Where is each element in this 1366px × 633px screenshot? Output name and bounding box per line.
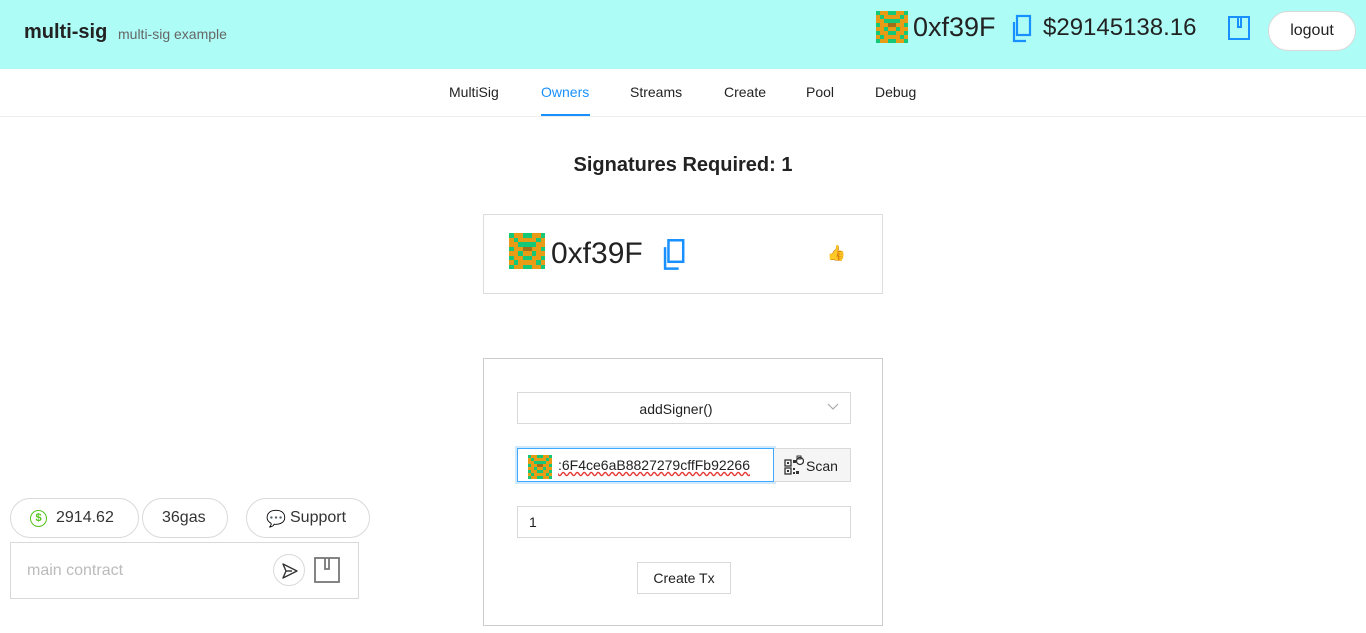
thumbs-up-icon: 👍 [827, 245, 846, 262]
speech-bubble-icon: 💬 [266, 511, 286, 528]
blockie-cell [549, 470, 552, 473]
create-tx-form: addSigner() :6F4ce6aB8827279cffFb92266 S… [483, 358, 883, 626]
blockie-cell [531, 473, 534, 476]
app-header: multi-sig multi-sig example 0xf39F $2914… [0, 0, 1366, 69]
blockie-cell [904, 39, 908, 43]
blockie-cell [536, 237, 541, 242]
blockie-cell [896, 19, 900, 23]
wallet-icon[interactable] [1227, 15, 1251, 46]
blockie-cell [531, 251, 536, 256]
blockie-cell [892, 31, 896, 35]
blockie-cell [546, 458, 549, 461]
tab-multisig[interactable]: MultiSig [449, 84, 499, 100]
owner-list-item: 0xf39F 👍 [483, 214, 883, 294]
blockie-cell [540, 255, 545, 260]
blockie-cell [540, 233, 545, 238]
tab-pool[interactable]: Pool [806, 84, 834, 100]
blockie-cell [543, 467, 546, 470]
app-subtitle: multi-sig example [118, 26, 227, 42]
app-title[interactable]: multi-sig [24, 21, 107, 44]
contract-address-box [10, 542, 359, 599]
blockie-cell [527, 264, 532, 269]
contract-wallet-icon[interactable] [314, 557, 340, 588]
blockie-cell [513, 260, 518, 265]
blockie-cell [892, 11, 896, 15]
account-blockie-avatar [876, 11, 908, 43]
qr-code-icon [784, 455, 805, 478]
blockie-cell [528, 464, 531, 467]
eth-balance-value: 2914.62 [56, 509, 114, 526]
tab-owners[interactable]: Owners [541, 84, 589, 100]
blockie-cell [527, 233, 532, 238]
blockie-cell [876, 39, 880, 43]
blockie-cell [876, 23, 880, 27]
signatures-required-heading: Signatures Required: 1 [573, 154, 793, 176]
scan-qr-button[interactable]: Scan [774, 448, 851, 482]
blockie-cell [540, 246, 545, 251]
tab-debug[interactable]: Debug [875, 84, 916, 100]
owner-address[interactable]: 0xf39F [551, 237, 643, 271]
blockie-cell [896, 27, 900, 31]
main-nav: MultiSig Owners Streams Create Pool Debu… [0, 69, 1366, 117]
send-icon [281, 562, 299, 585]
method-select[interactable]: addSigner() [517, 392, 851, 424]
method-select-value: addSigner() [639, 401, 713, 417]
account-address[interactable]: 0xf39F [913, 12, 996, 43]
copy-address-icon[interactable] [1010, 14, 1032, 49]
owner-blockie-avatar [509, 233, 545, 269]
signer-address-value: :6F4ce6aB8827279cffFb92266 [558, 457, 751, 473]
scan-button-label: Scan [806, 458, 838, 474]
gas-price-value: 36gas [162, 509, 206, 526]
blockie-cell [540, 476, 543, 479]
blockie-cell [549, 464, 552, 467]
blockie-cell [904, 31, 908, 35]
active-tab-indicator [541, 114, 590, 116]
support-label: Support [290, 509, 347, 526]
account-balance[interactable]: $29145138.16 [1043, 14, 1197, 42]
eth-balance-button[interactable]: $ 2914.62 [10, 498, 139, 538]
blockie-cell [540, 470, 543, 473]
blockie-cell [880, 35, 884, 39]
blockie-cell [549, 455, 552, 458]
blockie-cell [549, 476, 552, 479]
amount-input[interactable] [517, 506, 851, 538]
signer-address-input[interactable]: :6F4ce6aB8827279cffFb92266 [517, 448, 774, 482]
blockie-cell [892, 39, 896, 43]
logout-button[interactable]: logout [1268, 11, 1356, 51]
blockie-cell [900, 15, 904, 19]
blockie-cell [509, 264, 514, 269]
gas-price-button[interactable]: 36gas [142, 498, 228, 538]
tab-streams[interactable]: Streams [630, 84, 682, 100]
send-button[interactable] [273, 554, 305, 586]
blockie-cell [531, 242, 536, 247]
blockie-cell [904, 23, 908, 27]
blockie-cell [527, 255, 532, 260]
support-button[interactable]: 💬 Support [246, 498, 370, 538]
copy-owner-address-icon[interactable] [660, 238, 686, 277]
contract-address-input[interactable] [12, 544, 262, 597]
dollar-icon: $ [30, 510, 47, 527]
blockie-cell [904, 11, 908, 15]
blockie-cell [540, 264, 545, 269]
blockie-cell [509, 246, 514, 251]
blockie-cell [540, 455, 543, 458]
create-tx-button[interactable]: Create Tx [637, 562, 731, 594]
blockie-cell [543, 461, 546, 464]
tab-create[interactable]: Create [724, 84, 766, 100]
address-blockie-avatar [528, 455, 552, 479]
blockie-cell [528, 476, 531, 479]
chevron-down-icon [827, 402, 839, 414]
